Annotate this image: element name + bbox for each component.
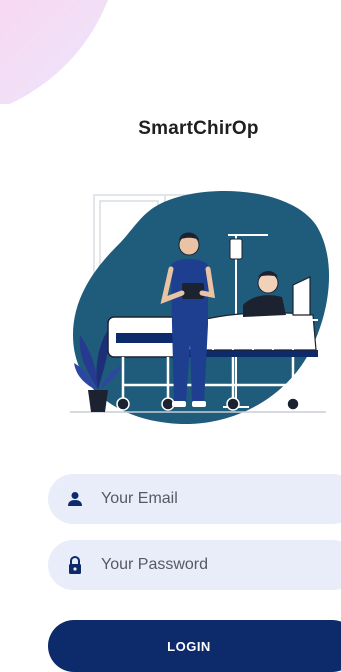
- person-icon: [66, 490, 84, 508]
- hospital-illustration: [70, 191, 330, 425]
- password-field-container[interactable]: [48, 540, 341, 590]
- corner-decoration: [0, 0, 108, 104]
- app-title: SmartChirOp: [138, 118, 259, 139]
- login-button[interactable]: LOGIN: [48, 620, 341, 672]
- email-field-container[interactable]: [48, 474, 341, 524]
- lock-icon: [66, 556, 84, 574]
- email-input[interactable]: [99, 489, 323, 509]
- password-input[interactable]: [99, 555, 323, 575]
